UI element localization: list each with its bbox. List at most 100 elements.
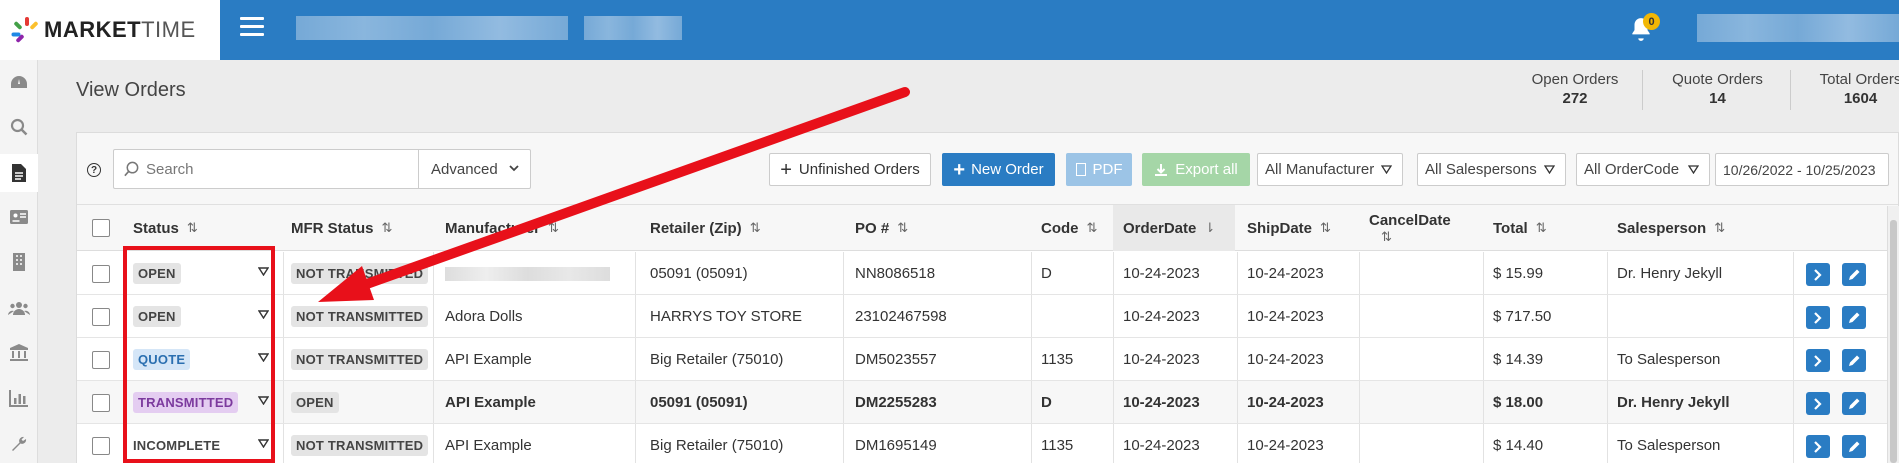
logo[interactable]: MARKETTIME (0, 0, 220, 60)
new-order-button[interactable]: + New Order (942, 153, 1055, 186)
scrollbar-thumb[interactable] (1890, 220, 1897, 463)
mfr-status-badge: NOT TRANSMITTED (291, 306, 429, 327)
column-divider (124, 252, 125, 294)
table-row[interactable]: OPEN NOT TRANSMITTED 05091 (05091) NN808651… (77, 252, 1898, 295)
search-icon[interactable] (8, 116, 30, 138)
total-cell: $ 18.00 (1493, 394, 1544, 411)
row-checkbox[interactable] (91, 264, 110, 283)
mfr-status-cell: NOT TRANSMITTED (291, 424, 431, 463)
row-checkbox[interactable] (91, 307, 110, 326)
status-dropdown-caret-icon[interactable] (258, 310, 269, 319)
date-range-input[interactable]: 10/26/2022 - 10/25/2023 (1715, 153, 1889, 186)
stat-total-orders: Total Orders 1604 (1819, 71, 1899, 107)
row-checkbox[interactable] (91, 436, 110, 455)
table-row[interactable]: TRANSMITTED OPEN API Example 05091 (05091) D… (77, 381, 1898, 424)
column-header-manufacturer[interactable]: Manufacturer ⇅ (445, 205, 635, 251)
code-cell: 1135 (1041, 351, 1074, 368)
view-order-button[interactable] (1806, 392, 1830, 415)
sort-icon: ⇅ (897, 220, 909, 235)
view-order-button[interactable] (1806, 306, 1830, 329)
export-all-button[interactable]: Export all (1142, 153, 1250, 186)
building-icon[interactable] (8, 251, 30, 273)
search-input[interactable] (146, 150, 416, 188)
hamburger-icon[interactable] (240, 17, 264, 41)
table-row[interactable]: INCOMPLETE NOT TRANSMITTED API Example Big … (77, 424, 1898, 463)
advanced-search-button[interactable]: Advanced (418, 150, 530, 188)
select-all-checkbox[interactable] (91, 219, 110, 237)
mfr-status-badge: NOT TRANSMITTED (291, 263, 429, 284)
column-divider (1113, 338, 1114, 380)
salesperson-cell: Dr. Henry Jekyll (1617, 394, 1730, 411)
column-header-salesperson[interactable]: Salesperson ⇅ (1617, 205, 1787, 251)
dashboard-icon[interactable] (8, 72, 30, 94)
column-header-status[interactable]: Status ⇅ (133, 205, 283, 251)
total-cell: $ 14.39 (1493, 351, 1544, 368)
top-navbar: MARKETTIME 0 (0, 0, 1899, 60)
row-checkbox[interactable] (91, 393, 110, 412)
table-row[interactable]: OPEN NOT TRANSMITTED Adora Dolls HARRYS TOY… (77, 295, 1898, 338)
column-divider (433, 338, 434, 380)
ordercode-filter-select[interactable]: All OrderCode (1576, 153, 1710, 186)
status-dropdown-caret-icon[interactable] (258, 396, 269, 405)
column-divider (843, 338, 844, 380)
status-badge: TRANSMITTED (133, 392, 239, 413)
row-select-cell (77, 338, 124, 381)
column-header-retailer[interactable]: Retailer (Zip) ⇅ (650, 205, 840, 251)
bank-icon[interactable] (8, 341, 30, 363)
column-divider (1031, 252, 1032, 294)
po-cell: NN8086518 (855, 265, 936, 282)
sort-icon: ⇅ (381, 220, 393, 235)
status-badge: OPEN (133, 263, 181, 284)
orders-document-icon[interactable] (0, 154, 38, 192)
wrench-icon[interactable] (8, 433, 30, 455)
column-divider (1359, 424, 1360, 463)
users-icon[interactable] (8, 297, 30, 319)
column-header-po[interactable]: PO # ⇅ (855, 205, 1015, 251)
status-cell[interactable]: TRANSMITTED (133, 381, 278, 424)
column-divider (1359, 252, 1360, 294)
row-checkbox[interactable] (91, 350, 110, 369)
column-divider (1359, 338, 1360, 380)
view-order-button[interactable] (1806, 349, 1830, 372)
view-order-button[interactable] (1806, 435, 1830, 458)
column-header-shipdate[interactable]: ShipDate ⇅ (1247, 205, 1367, 251)
edit-order-button[interactable] (1842, 392, 1866, 415)
status-cell[interactable]: QUOTE (133, 338, 278, 381)
column-header-orderdate[interactable]: OrderDate ⇂ (1113, 205, 1235, 251)
sort-desc-icon: ⇂ (1204, 220, 1216, 235)
status-dropdown-caret-icon[interactable] (258, 353, 269, 362)
status-cell[interactable]: INCOMPLETE (133, 424, 278, 463)
column-divider (1483, 295, 1484, 337)
manufacturer-filter-select[interactable]: All Manufacturer (1257, 153, 1403, 186)
salesperson-filter-select[interactable]: All Salespersons (1417, 153, 1566, 186)
row-select-cell (77, 252, 124, 295)
code-cell: D (1041, 265, 1052, 282)
column-header-code[interactable]: Code ⇅ (1041, 205, 1111, 251)
column-header-canceldate[interactable]: CancelDate ⇅ (1369, 205, 1469, 251)
mfr-status-badge: NOT TRANSMITTED (291, 349, 429, 370)
caret-down-icon (1688, 165, 1699, 174)
pdf-button[interactable]: PDF (1066, 153, 1132, 186)
column-header-mfr-status[interactable]: MFR Status ⇅ (291, 205, 431, 251)
contact-card-icon[interactable] (8, 206, 30, 228)
table-scrollbar[interactable] (1887, 206, 1899, 463)
edit-order-button[interactable] (1842, 263, 1866, 286)
unfinished-orders-button[interactable]: + Unfinished Orders (769, 153, 931, 186)
status-dropdown-caret-icon[interactable] (258, 267, 269, 276)
status-cell[interactable]: OPEN (133, 295, 278, 338)
status-dropdown-caret-icon[interactable] (258, 439, 269, 448)
edit-order-button[interactable] (1842, 306, 1866, 329)
logo-mark-icon (11, 17, 40, 44)
status-cell[interactable]: OPEN (133, 252, 278, 295)
status-badge: INCOMPLETE (133, 438, 221, 453)
column-divider (1113, 252, 1114, 294)
ship-date-cell: 10-24-2023 (1247, 308, 1324, 325)
edit-order-button[interactable] (1842, 349, 1866, 372)
redacted-user-name[interactable] (1697, 14, 1899, 42)
column-header-total[interactable]: Total ⇅ (1493, 205, 1593, 251)
view-order-button[interactable] (1806, 263, 1830, 286)
question-circle-icon[interactable]: ? (87, 163, 101, 177)
reports-chart-icon[interactable] (8, 387, 30, 409)
edit-order-button[interactable] (1842, 435, 1866, 458)
table-row[interactable]: QUOTE NOT TRANSMITTED API Example Big Retai… (77, 338, 1898, 381)
